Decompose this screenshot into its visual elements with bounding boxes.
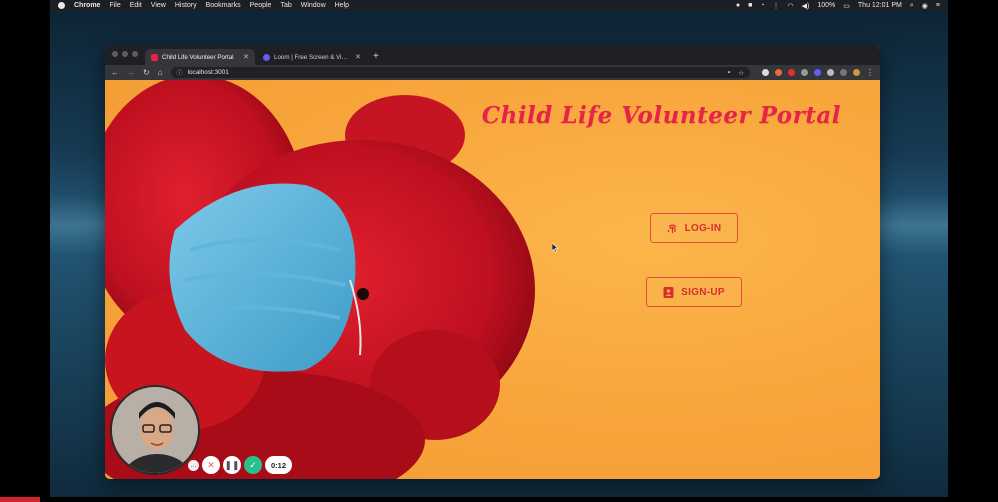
portal-favicon-icon xyxy=(151,53,158,61)
menu-window[interactable]: Window xyxy=(301,2,326,9)
tab-child-life-portal[interactable]: Child Life Volunteer Portal ✕ xyxy=(145,49,255,65)
menu-bookmarks[interactable]: Bookmarks xyxy=(206,2,241,9)
menu-app-name[interactable]: Chrome xyxy=(74,2,100,9)
letterbox-right xyxy=(948,0,998,502)
login-label: LOG-IN xyxy=(684,222,722,234)
url-text: localhost:3001 xyxy=(187,69,229,76)
macos-menubar: Chrome File Edit View History Bookmarks … xyxy=(50,0,948,11)
extension-icon[interactable] xyxy=(801,69,808,76)
page-content: Child Life Volunteer Portal LOG-IN SIGN-… xyxy=(105,80,880,479)
login-button[interactable]: LOG-IN xyxy=(650,213,738,243)
back-icon[interactable]: ← xyxy=(111,68,119,77)
menu-people[interactable]: People xyxy=(250,2,272,9)
forward-icon[interactable]: → xyxy=(127,68,135,77)
loom-finish-button[interactable]: ✓ xyxy=(244,456,262,474)
siri-icon[interactable]: ◉ xyxy=(922,2,928,10)
microphone-icon[interactable]: ● xyxy=(736,2,740,9)
presenter-avatar xyxy=(112,387,198,473)
site-info-icon[interactable]: ⓘ xyxy=(177,68,183,77)
dropbox-icon[interactable]: ⋮ xyxy=(773,2,780,10)
video-progress-strip xyxy=(0,497,998,502)
address-bar[interactable]: ⓘ localhost:3001 ▪ ☆ xyxy=(170,67,750,78)
video-progress-fill xyxy=(0,497,40,502)
camera-icon[interactable]: ▪ xyxy=(728,69,730,76)
tab-close-icon[interactable]: ✕ xyxy=(355,53,361,61)
loom-favicon-icon xyxy=(263,53,270,61)
minimize-window-button[interactable] xyxy=(122,51,128,57)
fingerprint-icon xyxy=(667,222,678,234)
zoom-window-button[interactable] xyxy=(132,51,138,57)
time-machine-icon[interactable]: ◔ xyxy=(760,2,764,9)
menu-view[interactable]: View xyxy=(151,2,166,9)
notification-center-icon[interactable]: ≡ xyxy=(936,2,940,9)
loom-extension-icon[interactable] xyxy=(814,69,821,76)
letterbox-left xyxy=(0,0,50,502)
loom-controls: ... ✕ ❚❚ ✓ 0:12 xyxy=(188,456,293,474)
tab-title: Child Life Volunteer Portal xyxy=(162,53,234,61)
loom-tray-icon[interactable]: ■ xyxy=(748,2,752,9)
more-menu-icon[interactable]: ⋮ xyxy=(866,68,874,77)
signup-label: SIGN-UP xyxy=(681,286,725,298)
menu-edit[interactable]: Edit xyxy=(130,2,142,9)
volume-icon[interactable]: ◀) xyxy=(802,2,810,10)
tab-loom[interactable]: Loom | Free Screen & Video Re... ✕ xyxy=(257,49,367,65)
close-window-button[interactable] xyxy=(112,51,118,57)
apple-icon[interactable] xyxy=(58,2,65,9)
loom-recording-timer: 0:12 xyxy=(265,456,293,474)
battery-icon[interactable]: ▭ xyxy=(843,2,850,10)
menu-tab[interactable]: Tab xyxy=(280,2,291,9)
puzzle-icon[interactable] xyxy=(827,69,834,76)
loom-cancel-button[interactable]: ✕ xyxy=(202,456,220,474)
browser-toolbar: ← → ↻ ⌂ ⓘ localhost:3001 ▪ ☆ ⋮ xyxy=(105,65,880,80)
extension-icon[interactable] xyxy=(762,69,769,76)
tab-strip: Child Life Volunteer Portal ✕ Loom | Fre… xyxy=(105,45,880,65)
chrome-window: Child Life Volunteer Portal ✕ Loom | Fre… xyxy=(105,45,880,479)
reload-icon[interactable]: ↻ xyxy=(143,68,150,77)
loom-more-button[interactable]: ... xyxy=(188,459,199,471)
extension-icon[interactable] xyxy=(775,69,782,76)
menu-file[interactable]: File xyxy=(109,2,120,9)
id-badge-icon xyxy=(663,286,674,298)
tab-title: Loom | Free Screen & Video Re... xyxy=(274,53,352,61)
cast-icon[interactable] xyxy=(840,69,847,76)
clock[interactable]: Thu 12:01 PM xyxy=(858,2,902,9)
menu-help[interactable]: Help xyxy=(335,2,349,9)
extension-icon[interactable] xyxy=(788,69,795,76)
home-icon[interactable]: ⌂ xyxy=(158,68,163,77)
tab-close-icon[interactable]: ✕ xyxy=(243,53,249,61)
battery-percent[interactable]: 100% xyxy=(817,2,835,9)
signup-button[interactable]: SIGN-UP xyxy=(646,277,742,307)
mouse-cursor-icon xyxy=(552,243,559,253)
page-title: Child Life Volunteer Portal xyxy=(481,102,841,129)
bookmark-star-icon[interactable]: ☆ xyxy=(738,69,744,77)
profile-avatar-icon[interactable] xyxy=(853,69,860,76)
menu-history[interactable]: History xyxy=(175,2,197,9)
wifi-icon[interactable]: ◠ xyxy=(788,2,794,10)
loom-webcam-bubble[interactable] xyxy=(110,385,200,475)
window-controls xyxy=(112,51,142,57)
loom-pause-button[interactable]: ❚❚ xyxy=(223,456,241,474)
new-tab-button[interactable]: + xyxy=(373,51,379,62)
spotlight-icon[interactable]: ⌕ xyxy=(910,2,914,10)
